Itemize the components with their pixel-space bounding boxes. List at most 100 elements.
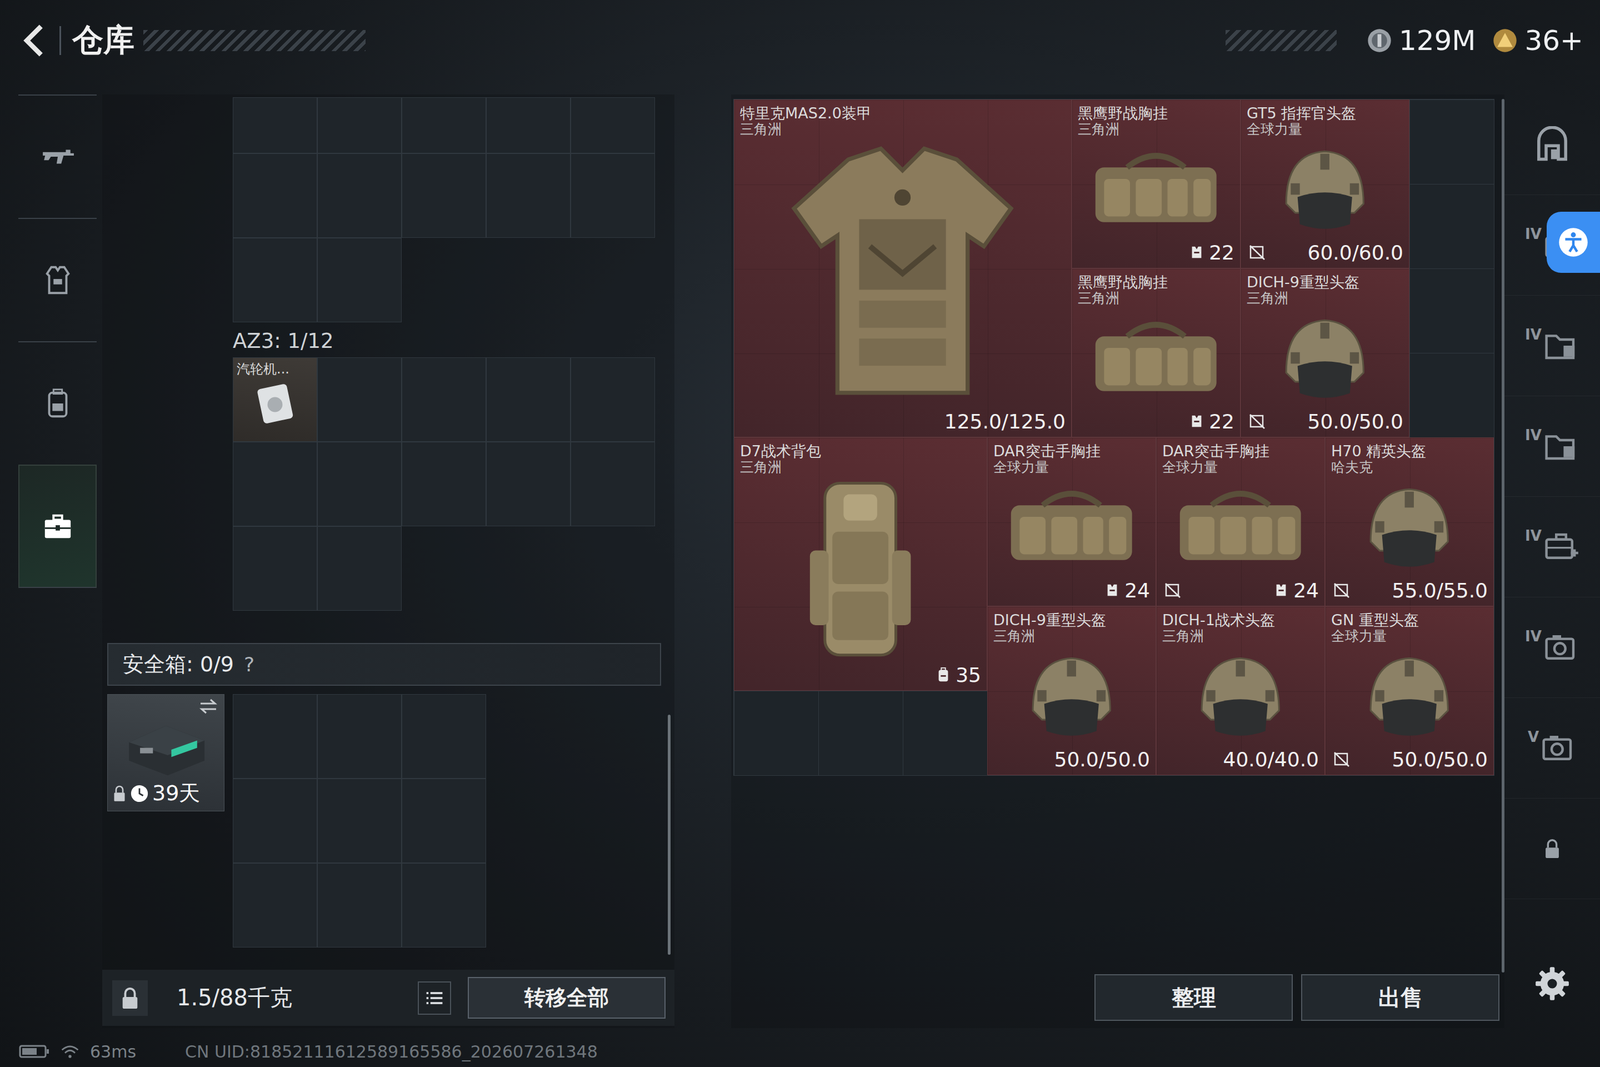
backpack-capacity-icon <box>935 666 952 683</box>
stash-item[interactable]: DICH-9重型头盔三角洲50.0/50.0 <box>1240 268 1410 438</box>
grid-cell[interactable] <box>401 778 487 863</box>
grid-cell[interactable] <box>232 693 318 779</box>
stash-item[interactable]: GN 重型头盔全球力量50.0/50.0 <box>1325 606 1494 775</box>
briefcase-icon <box>40 510 75 543</box>
grid-cell[interactable] <box>232 97 318 154</box>
grid-cell[interactable] <box>401 862 487 948</box>
grid-cell[interactable] <box>232 441 318 527</box>
stash-item[interactable]: GT5 指挥官头盔全球力量60.0/60.0 <box>1240 99 1410 269</box>
settings-button[interactable] <box>1504 950 1600 1017</box>
nav-tab[interactable] <box>18 94 97 218</box>
currency: 36+ <box>1492 24 1584 57</box>
token-icon <box>1492 27 1518 54</box>
stash-item[interactable]: DICH-1战术头盔三角洲40.0/40.0 <box>1156 606 1325 775</box>
stash-item[interactable]: DAR突击手胸挂全球力量24 <box>1156 437 1325 607</box>
backpack-icon <box>40 387 75 420</box>
grid-cell[interactable] <box>570 153 655 238</box>
stash-tab[interactable]: IV <box>1504 597 1600 698</box>
list-icon <box>424 987 445 1008</box>
scrollbar-thumb[interactable] <box>667 714 671 955</box>
list-button[interactable] <box>417 981 452 1015</box>
grid-cell[interactable] <box>232 153 318 238</box>
helmet-image-icon <box>1168 644 1313 747</box>
title-separator <box>59 26 62 55</box>
grid-cell[interactable] <box>570 441 655 527</box>
no-repair-icon <box>1333 750 1350 768</box>
stash-item[interactable]: 黑鹰野战胸挂三角洲22 <box>1071 268 1241 438</box>
stash-tab[interactable]: IV <box>1504 195 1600 296</box>
helmet-image-icon <box>1252 137 1397 240</box>
swap-icon[interactable] <box>197 697 220 715</box>
action-button[interactable]: 出售 <box>1301 973 1500 1021</box>
grid-cell[interactable] <box>232 526 318 611</box>
stash-tab[interactable] <box>1504 94 1600 195</box>
uid-text: CN UID:81852111612589165586_202607261348 <box>185 1041 598 1062</box>
helmet-image-icon <box>1337 475 1482 578</box>
part-image-icon <box>250 377 300 428</box>
title-decoration <box>143 30 366 52</box>
scrollbar[interactable] <box>667 94 673 970</box>
stash-tab[interactable]: IV <box>1504 295 1600 397</box>
stash-item[interactable]: DAR突击手胸挂全球力量24 <box>987 437 1157 607</box>
stash-item[interactable]: H70 精英头盔哈夫克55.0/55.0 <box>1325 437 1494 607</box>
stash-item[interactable]: 特里克MAS2.0装甲三角洲125.0/125.0 <box>733 99 1072 438</box>
grid-cell[interactable] <box>317 862 402 948</box>
back-arrow-icon[interactable] <box>20 22 48 59</box>
grid-cell[interactable] <box>486 357 571 442</box>
grid-cell[interactable] <box>401 693 487 779</box>
rig-capacity-icon <box>1188 413 1205 429</box>
top-bar: 仓库129M36+ <box>0 0 1600 82</box>
grid-cell[interactable] <box>317 357 402 442</box>
stash-tab[interactable]: IV <box>1504 396 1600 497</box>
grid-cell[interactable] <box>317 526 402 611</box>
grid-cell[interactable] <box>401 97 487 154</box>
container-item[interactable]: 汽轮机... <box>232 357 318 442</box>
grid-cell[interactable] <box>232 237 318 323</box>
grid-cell[interactable] <box>232 862 318 948</box>
grid-cell[interactable] <box>486 97 571 154</box>
grid-cell[interactable] <box>486 153 571 238</box>
rig-capacity-icon <box>1188 244 1205 260</box>
case-icon <box>1542 528 1580 565</box>
grid-cell[interactable] <box>317 97 402 154</box>
page-title: 仓库 <box>72 19 135 62</box>
safe-box-item[interactable]: 39天 <box>107 693 225 812</box>
grid-cell[interactable] <box>401 357 487 442</box>
tier-label: IV <box>1525 426 1542 444</box>
stash-item[interactable]: DICH-9重型头盔三角洲50.0/50.0 <box>987 606 1157 775</box>
grid-cell[interactable] <box>570 357 655 442</box>
grid-cell[interactable] <box>317 237 402 323</box>
lock-button[interactable] <box>112 980 148 1016</box>
weight-bar: 1.5/88千克转移全部 <box>102 969 675 1026</box>
help-button[interactable]: ? <box>243 652 255 676</box>
nav-tab[interactable] <box>18 341 97 465</box>
stash-item[interactable]: 黑鹰野战胸挂三角洲22 <box>1071 99 1241 269</box>
helmet-image-icon <box>1252 306 1397 409</box>
grid-cell[interactable] <box>232 778 318 863</box>
no-repair-icon <box>1164 581 1182 599</box>
action-button[interactable]: 整理 <box>1094 973 1293 1021</box>
status-bar: 63msCN UID:81852111612589165586_20260726… <box>0 1035 1600 1067</box>
accessibility-button[interactable] <box>1546 211 1600 273</box>
warehouse-icon <box>1533 126 1571 163</box>
safe-case-image-icon <box>112 714 220 779</box>
grid-cell[interactable] <box>317 441 402 527</box>
container-grid: 汽轮机... <box>232 357 668 611</box>
stash-tab[interactable] <box>1504 798 1600 899</box>
grid-cell[interactable] <box>317 778 402 863</box>
nav-tab[interactable] <box>18 464 97 588</box>
nav-tab[interactable] <box>18 217 97 342</box>
wifi-icon <box>60 1043 80 1059</box>
grid-cell[interactable] <box>401 153 487 238</box>
grid-cell[interactable] <box>401 441 487 527</box>
stash-tab[interactable]: IV <box>1504 496 1600 598</box>
grid-cell[interactable] <box>570 97 655 154</box>
stash-item[interactable]: D7战术背包三角洲35 <box>733 437 988 691</box>
transfer-all-button[interactable]: 转移全部 <box>467 976 666 1019</box>
grid-cell[interactable] <box>317 693 402 779</box>
grid-cell[interactable] <box>317 153 402 238</box>
safe-box-row: 39天 <box>107 693 668 948</box>
grid-cell[interactable] <box>486 441 571 527</box>
stash-panel: 特里克MAS2.0装甲三角洲125.0/125.0黑鹰野战胸挂三角洲22GT5 … <box>731 94 1505 1028</box>
stash-tab[interactable]: V <box>1504 697 1600 799</box>
